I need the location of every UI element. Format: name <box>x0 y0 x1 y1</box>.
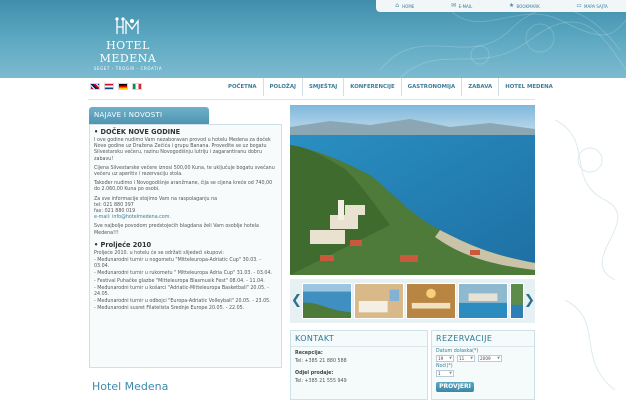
nav-hotel-medena[interactable]: HOTEL MEDENA <box>498 78 559 96</box>
hotel-heading: Hotel Medena <box>92 380 169 393</box>
toplink-sitemap-label: Mapa sajta <box>584 3 608 9</box>
gallery-thumbnails: ❮ ❯ <box>290 279 535 323</box>
sales-label-text: Odjel prodaje: <box>295 371 334 376</box>
news-paragraph: - Festival Puhačke glazbe "Mitteleuropa … <box>94 278 265 284</box>
news-tab: NAJAVE I NOVOSTI <box>89 107 209 124</box>
news-tab-label: NAJAVE I NOVOSTI <box>94 111 163 119</box>
sales-label: Odjel prodaje: <box>291 365 427 377</box>
news-paragraph: Cijena Silvestarske večere iznosi 500,00… <box>94 165 275 178</box>
nights-select-row: 1 ▼ <box>432 370 534 377</box>
toplink-bookmark[interactable]: ★ Bookmark <box>509 3 540 9</box>
header: ⌂ Home ✉ E-mail ★ Bookmark ⚏ Mapa sajta … <box>0 0 626 78</box>
contact-title: KONTAKT <box>291 331 427 347</box>
nav-konferencije[interactable]: KONFERENCIJE <box>343 78 400 96</box>
logo-title: HOTEL MEDENA <box>99 39 157 65</box>
toplink-sitemap[interactable]: ⚏ Mapa sajta <box>576 2 608 9</box>
envelope-icon: ✉ <box>451 2 457 9</box>
reception-phone: Tel: +385 21 880 588 <box>295 359 347 364</box>
news-paragraph: I ove godine nudimo Vam nezaboravan prov… <box>94 138 271 162</box>
top-utility-links: ⌂ Home ✉ E-mail ★ Bookmark ⚏ Mapa sajta <box>376 0 626 12</box>
nav-polozaj[interactable]: POLOŽAJ <box>262 78 302 96</box>
nav-smjestaj[interactable]: SMJEŠTAJ <box>302 78 343 96</box>
news-email-link[interactable]: e-mail: info@hotelmedena.com. <box>94 215 277 221</box>
reception-label-text: Recepcija: <box>295 351 323 356</box>
arrival-month-select[interactable]: 11 ▼ <box>457 355 475 362</box>
reservation-title: REZERVACIJE <box>432 331 534 347</box>
arrival-date-label: Datum dolaska(*) <box>436 349 479 354</box>
hotel-logo[interactable]: HOTEL MEDENA SEGET - TROGIR - CROATIA <box>82 17 174 71</box>
logo-mark-icon <box>115 17 139 34</box>
news-paragraph: - Međunarodni turnir u rukometu " Mittel… <box>94 271 273 277</box>
flag-italian[interactable] <box>132 83 142 90</box>
toplink-home[interactable]: ⌂ Home <box>394 3 414 9</box>
nav-zabava[interactable]: ZABAVA <box>461 78 498 96</box>
news-paragraph: - Međunarodni turnir u nogometu "Mittele… <box>94 258 262 270</box>
nights-value: 1 <box>438 371 441 376</box>
gallery-prev-button[interactable]: ❮ <box>291 284 302 318</box>
news-item-spring-2010: • Proljeće 2010 Proljeće 2010. u hotelu … <box>94 241 277 313</box>
news-item-new-year: • DOČEK NOVE GODINE I ove godine nudimo … <box>94 128 277 237</box>
toplink-bookmark-label: Bookmark <box>516 3 540 9</box>
news-item-title: • DOČEK NOVE GODINE <box>94 128 181 136</box>
chevron-down-icon: ▼ <box>497 356 500 360</box>
nav-divider <box>88 99 535 100</box>
reception-label: Recepcija: <box>291 347 427 357</box>
sitemap-icon: ⚏ <box>576 2 582 9</box>
news-paragraph: - Međunarodni turnir u odbojci "Europa-A… <box>94 299 271 305</box>
reservation-box: REZERVACIJE Datum dolaska(*) 19 ▼ 11 ▼ 200… <box>431 330 535 400</box>
thumbnail-coast[interactable] <box>302 283 352 319</box>
nights-label: Noći(*) <box>436 364 453 369</box>
nav-gastronomija[interactable]: GASTRONOMIJA <box>400 78 462 96</box>
toplink-email-label: E-mail <box>458 3 473 9</box>
arrival-day-value: 19 <box>438 356 444 361</box>
news-paragraph: Također nudimo i Novogodišnje aranžmane,… <box>94 181 273 193</box>
arrival-year-select[interactable]: 2009 ▼ <box>478 355 502 362</box>
main-navigation: POČETNA POLOŽAJ SMJEŠTAJ KONFERENCIJE GA… <box>222 78 553 96</box>
toplink-email[interactable]: ✉ E-mail <box>451 2 473 9</box>
thumbnail-pool[interactable] <box>458 283 508 319</box>
background-swirl-decoration <box>554 119 619 391</box>
thumbnail-restaurant[interactable] <box>406 283 456 319</box>
chevron-down-icon: ▼ <box>449 371 452 375</box>
sales-phone: Tel: +385 21 555 949 <box>295 379 347 384</box>
flag-german[interactable] <box>118 83 128 90</box>
toplink-home-label: Home <box>402 3 415 9</box>
news-panel: • DOČEK NOVE GODINE I ove godine nudimo … <box>89 124 282 368</box>
news-paragraph: - Međunarodni turnir u košarci "Adriatic… <box>94 285 269 298</box>
main-photo <box>290 105 535 275</box>
thumbnail-partial[interactable] <box>510 283 524 319</box>
nights-select[interactable]: 1 ▼ <box>436 370 454 377</box>
chevron-down-icon: ▼ <box>449 356 452 360</box>
chevron-down-icon: ▼ <box>470 356 473 360</box>
flag-croatian[interactable] <box>104 83 114 90</box>
check-availability-button[interactable]: PROVJERI <box>436 382 474 392</box>
arrival-year-value: 2009 <box>480 356 491 361</box>
nav-pocetna[interactable]: POČETNA <box>222 78 263 96</box>
thumbnail-room[interactable] <box>354 283 404 319</box>
arrival-day-select[interactable]: 19 ▼ <box>436 355 454 362</box>
house-icon: ⌂ <box>395 2 400 9</box>
language-flags <box>90 83 142 90</box>
logo-subtitle: SEGET - TROGIR - CROATIA <box>93 66 163 71</box>
news-paragraph: Sve najbolje povodom predstojećih blagda… <box>94 224 259 236</box>
flag-english[interactable] <box>90 83 100 90</box>
star-icon: ★ <box>508 2 515 9</box>
news-paragraph: Proljeće 2010. u hotelu će se održati sl… <box>94 250 224 256</box>
gallery-next-button[interactable]: ❯ <box>524 284 535 318</box>
arrival-date-selects: 19 ▼ 11 ▼ 2009 ▼ <box>432 355 534 362</box>
news-item-title: • Proljeće 2010 <box>94 240 152 249</box>
contact-box: KONTAKT Recepcija: Tel: +385 21 880 588 … <box>290 330 428 400</box>
arrival-month-value: 11 <box>459 356 465 361</box>
news-paragraph: - Međunarodni susret Filatelista Srednje… <box>94 306 245 312</box>
